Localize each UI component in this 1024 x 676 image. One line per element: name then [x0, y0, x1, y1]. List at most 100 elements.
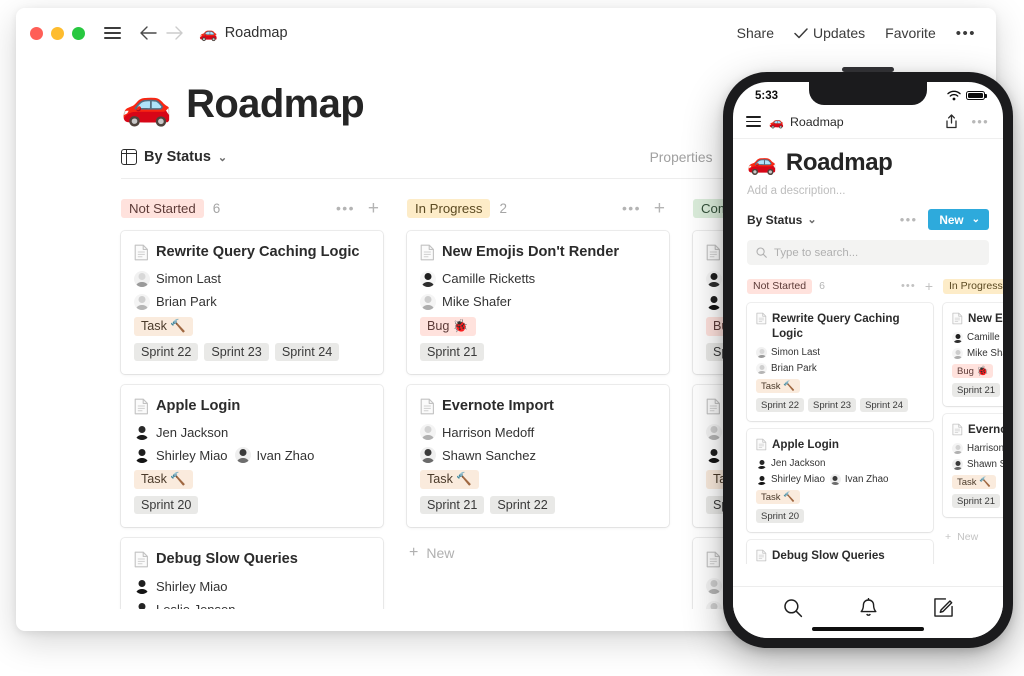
breadcrumb[interactable]: 🚗 Roadmap	[199, 25, 288, 41]
card-title: Evernote Import	[952, 422, 1003, 437]
phone-view-tab[interactable]: By Status ⌄	[747, 213, 817, 227]
favorite-button[interactable]: Favorite	[885, 25, 936, 41]
status-time: 5:33	[755, 89, 779, 102]
avatar	[952, 459, 963, 471]
avatar	[134, 424, 150, 441]
phone-status-bar: 5:33	[733, 82, 1003, 106]
updates-button[interactable]: Updates	[794, 25, 865, 41]
more-options-icon[interactable]: •••	[956, 25, 976, 42]
phone-search-placeholder: Type to search...	[774, 246, 859, 259]
sprint-tag[interactable]: Sprint 21	[952, 383, 1001, 398]
sprint-tag[interactable]: Sprint 21	[952, 494, 1001, 509]
sprint-tag[interactable]: Sprint 20	[756, 509, 805, 524]
phone-board-card[interactable]: Evernote Import Harrison Medoff Shawn Sanc…	[943, 414, 1003, 518]
phone-breadcrumb[interactable]: 🚗 Roadmap	[769, 115, 844, 129]
status-badge[interactable]: In Progress	[943, 278, 1003, 294]
type-tag[interactable]: Task 🔨	[134, 470, 194, 490]
document-icon	[756, 549, 767, 562]
phone-search-input[interactable]: Type to search...	[747, 240, 989, 266]
sprint-tag[interactable]: Sprint 22	[756, 398, 805, 413]
card-title-text: New Emojis Don't Render	[968, 312, 1003, 326]
card-person: Leslie Jensen	[134, 601, 236, 609]
type-tag[interactable]: Task 🔨	[756, 379, 801, 394]
card-title-text: Debug Slow Queries	[772, 549, 885, 563]
column-add-icon[interactable]: +	[925, 279, 933, 293]
phone-board-card[interactable]: Rewrite Query Caching Logic Simon Last Bri…	[747, 303, 933, 422]
card-person: Ivan Zhao	[829, 474, 888, 486]
card-people-row: Brian Park	[756, 363, 924, 375]
type-tag[interactable]: Task 🔨	[134, 316, 194, 336]
column-more-icon[interactable]: •••	[901, 280, 916, 292]
phone-view-more-icon[interactable]: •••	[900, 212, 918, 227]
sprint-tag[interactable]: Sprint 21	[420, 496, 485, 515]
phone-view-bar: By Status ⌄ ••• New ⌄	[733, 209, 1003, 231]
sprint-tag[interactable]: Sprint 20	[134, 496, 199, 515]
column-count: 6	[819, 280, 825, 293]
add-new-label: New	[957, 531, 979, 544]
sprint-tag[interactable]: Sprint 21	[420, 342, 485, 361]
search-icon	[756, 247, 767, 258]
phone-description-placeholder[interactable]: Add a description...	[733, 185, 1003, 197]
avatar	[706, 424, 722, 441]
minimize-window-button[interactable]	[51, 26, 64, 40]
status-badge[interactable]: In Progress	[407, 198, 491, 218]
sprint-tag[interactable]: Sprint 22	[490, 496, 555, 515]
board-card[interactable]: Apple Login Jen Jackson Shirley Miao Ivan Z…	[121, 384, 383, 528]
column-more-icon[interactable]: •••	[336, 200, 355, 216]
card-people-row: Camille Ricketts	[420, 270, 656, 287]
type-tag[interactable]: Task 🔨	[420, 470, 480, 490]
sprint-tag[interactable]: Sprint 23	[204, 342, 269, 361]
phone-more-icon[interactable]: •••	[971, 114, 989, 129]
avatar	[706, 601, 722, 609]
phone-board-card[interactable]: New Emojis Don't Render Camille Ricketts M…	[943, 303, 1003, 407]
maximize-window-button[interactable]	[72, 26, 85, 40]
card-title: Debug Slow Queries	[756, 548, 924, 563]
phone-home-indicator	[812, 626, 924, 631]
sprint-tag[interactable]: Sprint 24	[274, 342, 340, 361]
bell-icon[interactable]	[859, 597, 878, 618]
back-arrow-icon[interactable]	[135, 20, 161, 46]
board-card[interactable]: Evernote Import Harrison Medoff Shawn Sanc…	[407, 384, 669, 528]
compose-icon[interactable]	[934, 598, 953, 617]
person-name: Shawn Sanchez	[967, 459, 1003, 471]
status-badge[interactable]: Not Started	[747, 278, 813, 294]
new-button[interactable]: New ⌄	[928, 209, 989, 231]
board-card[interactable]: Rewrite Query Caching Logic Simon Last Bri…	[121, 231, 383, 374]
forward-arrow-icon[interactable]	[161, 20, 187, 46]
sidebar-toggle-icon[interactable]	[99, 20, 125, 46]
type-tag[interactable]: Bug 🐞	[420, 316, 476, 336]
avatar	[134, 270, 150, 287]
sprint-tag[interactable]: Sprint 23	[808, 398, 857, 413]
column-add-icon[interactable]: +	[654, 199, 665, 218]
view-tab-by-status[interactable]: By Status ⌄	[121, 149, 227, 165]
phone-menu-icon[interactable]	[746, 113, 761, 130]
type-tag[interactable]: Task 🔨	[756, 490, 801, 505]
share-button[interactable]: Share	[737, 25, 774, 41]
document-icon	[134, 398, 149, 415]
search-icon[interactable]	[783, 598, 803, 618]
phone-board-card[interactable]: Apple Login Jen Jackson Shirley Miao Ivan Z…	[747, 429, 933, 533]
add-new-card-button[interactable]: + New	[943, 525, 1003, 549]
phone-board-card[interactable]: Debug Slow QueriesShirley Miao	[747, 540, 933, 565]
add-new-card-button[interactable]: + New	[407, 538, 669, 568]
close-window-button[interactable]	[30, 26, 43, 40]
type-tag[interactable]: Bug 🐞	[952, 364, 994, 379]
status-badge[interactable]: Not Started	[121, 198, 204, 218]
card-title-text: Rewrite Query Caching Logic	[772, 312, 900, 341]
board-card[interactable]: Debug Slow Queries Shirley Miao Leslie Jen…	[121, 538, 383, 609]
phone-view-label: By Status	[747, 212, 803, 227]
avatar	[420, 447, 436, 464]
column-add-icon[interactable]: +	[368, 199, 379, 218]
card-people-row: Shirley Miao Ivan Zhao	[134, 447, 370, 464]
document-icon	[134, 244, 149, 261]
document-icon	[706, 244, 721, 261]
type-tag[interactable]: Task 🔨	[952, 475, 997, 490]
card-people-row: Shawn Sanchez	[952, 459, 1003, 471]
column-more-icon[interactable]: •••	[622, 200, 641, 216]
sprint-tag[interactable]: Sprint 24	[860, 398, 909, 413]
avatar	[706, 293, 722, 310]
board-card[interactable]: New Emojis Don't Render Camille Ricketts M…	[407, 231, 669, 374]
sprint-tag[interactable]: Sprint 22	[134, 342, 199, 361]
document-icon	[706, 398, 721, 415]
properties-button[interactable]: Properties	[650, 150, 713, 165]
